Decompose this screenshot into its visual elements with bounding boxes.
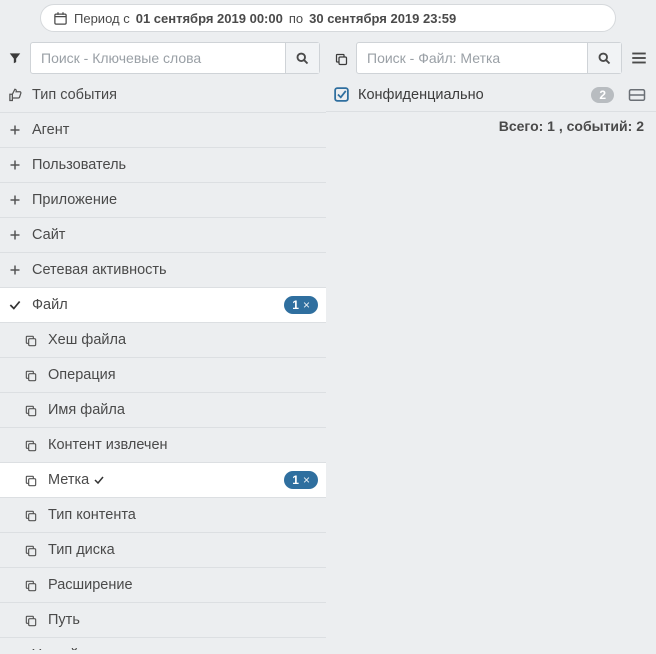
result-label: Конфиденциально <box>358 87 583 103</box>
subcategory-label: Тип диска <box>48 542 318 558</box>
period-prefix: Период с <box>74 11 130 26</box>
category-network[interactable]: Сетевая активность <box>0 253 326 288</box>
category-site[interactable]: Сайт <box>0 218 326 253</box>
check-icon <box>93 474 105 486</box>
plus-icon <box>6 194 24 206</box>
category-label: Агент <box>32 122 318 138</box>
list-view-button[interactable] <box>626 85 648 105</box>
subcategory-hash[interactable]: Хеш файла <box>0 323 326 358</box>
category-user[interactable]: Пользователь <box>0 148 326 183</box>
left-search-button[interactable] <box>285 43 319 73</box>
check-icon <box>6 298 24 312</box>
category-app[interactable]: Приложение <box>0 183 326 218</box>
filter-badge[interactable]: 1× <box>284 296 318 314</box>
subcategory-label: Имя файла <box>48 402 318 418</box>
copy-icon <box>332 52 350 67</box>
filter-icon <box>6 51 24 65</box>
category-label: Тип события <box>32 87 318 103</box>
subcategory-label: Метка <box>48 472 276 488</box>
category-list: Тип события Агент Пользователь Приложени… <box>0 78 326 650</box>
plus-icon <box>6 229 24 241</box>
result-row[interactable]: Конфиденциально 2 <box>326 78 656 112</box>
subcategory-label: Тип контента <box>48 507 318 523</box>
thumbs-up-icon <box>6 88 24 103</box>
right-search[interactable] <box>356 42 622 74</box>
plus-icon <box>6 264 24 276</box>
copy-icon <box>22 439 40 453</box>
plus-icon <box>6 124 24 136</box>
menu-button[interactable] <box>628 42 650 74</box>
totals-text: Всего: 1 , событий: 2 <box>326 112 656 140</box>
category-agent[interactable]: Агент <box>0 113 326 148</box>
copy-icon <box>22 404 40 418</box>
category-label: Файл <box>32 297 276 313</box>
category-file[interactable]: Файл 1× <box>0 288 326 323</box>
badge-clear-icon[interactable]: × <box>303 298 310 312</box>
subcategory-label: Хеш файла <box>48 332 318 348</box>
category-label: Пользователь <box>32 157 318 173</box>
badge-clear-icon[interactable]: × <box>303 473 310 487</box>
copy-icon <box>22 614 40 628</box>
right-search-input[interactable] <box>357 50 587 66</box>
subcategory-label: Операция <box>48 367 318 383</box>
period-mid: по <box>289 11 303 26</box>
period-bar[interactable]: Период с 01 сентября 2019 00:00 по 30 се… <box>40 4 616 32</box>
filter-badge[interactable]: 1× <box>284 471 318 489</box>
plus-icon <box>6 159 24 171</box>
subcategory-operation[interactable]: Операция <box>0 358 326 393</box>
subcategory-content-type[interactable]: Тип контента <box>0 498 326 533</box>
copy-icon <box>22 579 40 593</box>
right-search-button[interactable] <box>587 43 621 73</box>
category-label: Сетевая активность <box>32 262 318 278</box>
period-to: 30 сентября 2019 23:59 <box>309 11 456 26</box>
subcategory-label: Путь <box>48 612 318 628</box>
category-label: Сайт <box>32 227 318 243</box>
subcategory-content-extracted[interactable]: Контент извлечен <box>0 428 326 463</box>
subcategory-label: Расширение <box>48 577 318 593</box>
left-search-input[interactable] <box>31 50 285 66</box>
copy-icon <box>22 334 40 348</box>
subcategory-disk-type[interactable]: Тип диска <box>0 533 326 568</box>
category-label: Приложение <box>32 192 318 208</box>
copy-icon <box>22 509 40 523</box>
subcategory-filename[interactable]: Имя файла <box>0 393 326 428</box>
left-search[interactable] <box>30 42 320 74</box>
copy-icon <box>22 544 40 558</box>
subcategory-label-tag[interactable]: Метка 1× <box>0 463 326 498</box>
subcategory-path[interactable]: Путь <box>0 603 326 638</box>
period-from: 01 сентября 2019 00:00 <box>136 11 283 26</box>
copy-icon <box>22 369 40 383</box>
category-device[interactable]: Устройство <box>0 638 326 650</box>
subcategory-extension[interactable]: Расширение <box>0 568 326 603</box>
category-event-type[interactable]: Тип события <box>0 78 326 113</box>
checkbox-checked-icon[interactable] <box>332 86 350 104</box>
subcategory-label: Контент извлечен <box>48 437 318 453</box>
calendar-icon <box>53 11 68 26</box>
result-count-badge: 2 <box>591 87 614 103</box>
copy-icon <box>22 474 40 488</box>
